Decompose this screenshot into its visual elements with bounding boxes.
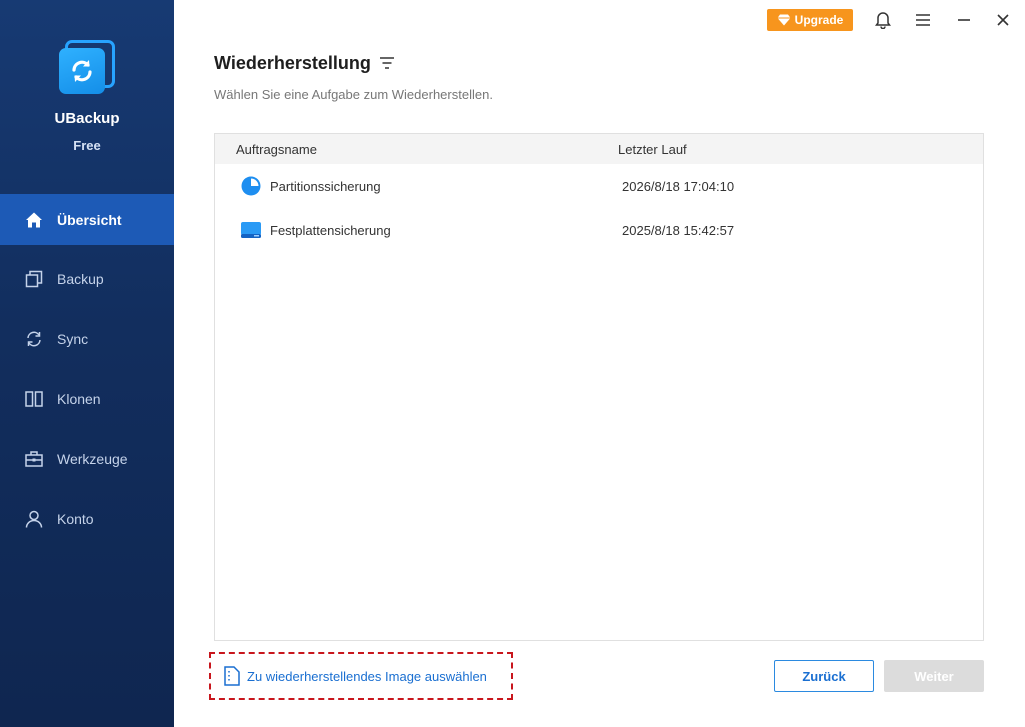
sidebar-item-label: Sync	[57, 331, 89, 347]
bell-icon[interactable]	[872, 9, 894, 31]
task-table: Auftragsname Letzter Lauf Partitionssich…	[214, 133, 984, 641]
back-button[interactable]: Zurück	[774, 660, 874, 692]
minimize-icon[interactable]	[953, 9, 975, 31]
sidebar-item-overview[interactable]: Übersicht	[0, 194, 174, 245]
sidebar: UBackup Free Übersicht Backup Sync Klone…	[0, 0, 174, 727]
row-last-run: 2025/8/18 15:42:57	[622, 223, 735, 238]
app-name: UBackup	[54, 110, 120, 127]
table-row[interactable]: Festplattensicherung 2025/8/18 15:42:57	[215, 209, 983, 253]
column-header-last-run: Letzter Lauf	[618, 142, 687, 157]
select-image-link[interactable]: Zu wiederherstellendes Image auswählen	[209, 652, 513, 700]
sidebar-item-backup[interactable]: Backup	[0, 253, 174, 305]
table-header: Auftragsname Letzter Lauf	[215, 134, 983, 164]
home-icon	[24, 210, 44, 230]
sidebar-nav: Übersicht Backup Sync Klonen Werkzeuge K…	[0, 194, 174, 553]
toolbox-icon	[24, 449, 44, 469]
diamond-icon	[777, 14, 791, 26]
close-icon[interactable]	[992, 9, 1014, 31]
sidebar-item-label: Backup	[57, 271, 104, 287]
clone-icon	[24, 389, 44, 409]
sync-arrows-icon	[72, 60, 92, 82]
app-logo	[57, 40, 117, 98]
menu-icon[interactable]	[912, 9, 934, 31]
select-image-label: Zu wiederherstellendes Image auswählen	[247, 668, 487, 684]
image-file-icon	[224, 666, 240, 686]
sidebar-item-clone[interactable]: Klonen	[0, 373, 174, 425]
table-row[interactable]: Partitionssicherung 2026/8/18 17:04:10	[215, 165, 983, 209]
sidebar-item-sync[interactable]: Sync	[0, 313, 174, 365]
sidebar-item-account[interactable]: Konto	[0, 493, 174, 545]
page-subtitle: Wählen Sie eine Aufgabe zum Wiederherste…	[214, 87, 493, 102]
upgrade-label: Upgrade	[794, 13, 844, 27]
sidebar-item-label: Konto	[57, 511, 94, 527]
row-last-run: 2026/8/18 17:04:10	[622, 179, 735, 194]
next-button[interactable]: Weiter	[884, 660, 984, 692]
sync-icon	[24, 329, 44, 349]
page-title: Wiederherstellung	[214, 53, 371, 73]
sidebar-item-tools[interactable]: Werkzeuge	[0, 433, 174, 485]
row-task-name: Partitionssicherung	[270, 179, 381, 194]
disk-icon	[240, 219, 262, 241]
partition-icon	[240, 175, 262, 197]
upgrade-button[interactable]: Upgrade	[767, 9, 853, 31]
app-edition: Free	[73, 138, 101, 153]
row-task-name: Festplattensicherung	[270, 223, 391, 238]
user-icon	[24, 509, 44, 529]
sidebar-item-label: Klonen	[57, 391, 101, 407]
column-header-name: Auftragsname	[236, 142, 317, 157]
sidebar-item-label: Übersicht	[57, 211, 122, 228]
sidebar-item-label: Werkzeuge	[57, 451, 128, 467]
backup-icon	[24, 269, 44, 289]
filter-icon[interactable]	[378, 54, 396, 72]
